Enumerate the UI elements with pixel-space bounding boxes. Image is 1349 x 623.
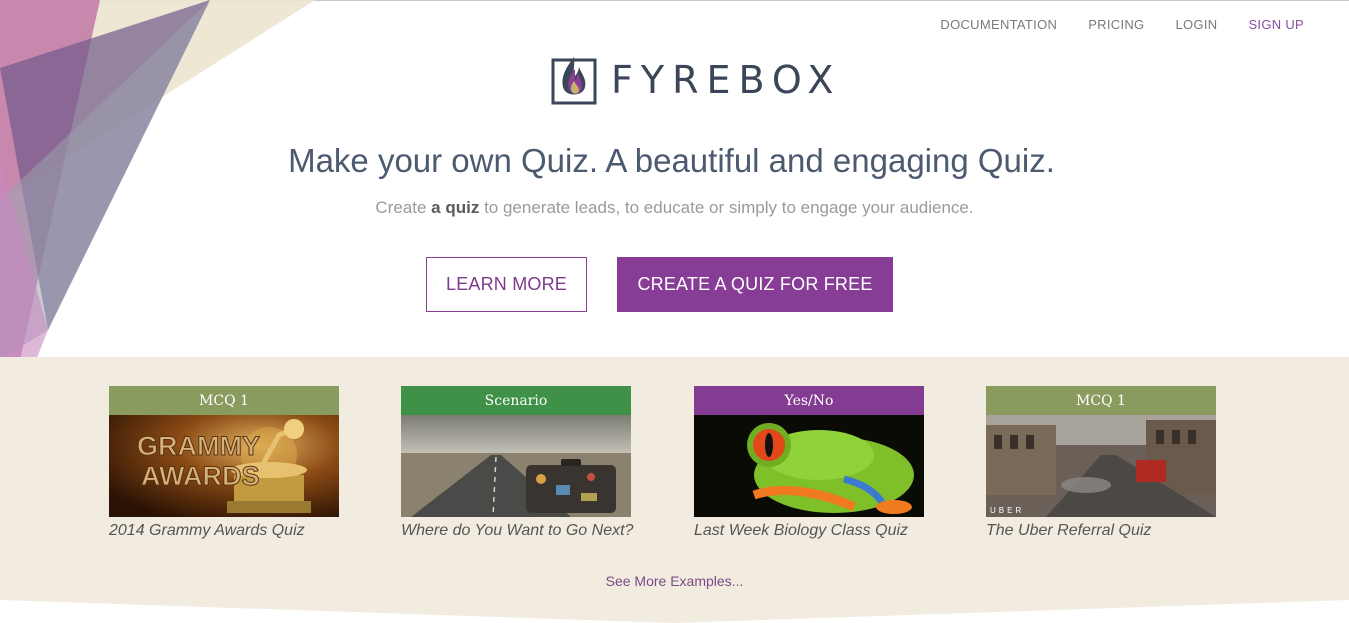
bottom-wave-divider bbox=[0, 600, 1349, 623]
subline-start: Create bbox=[375, 198, 427, 217]
subline-end: to generate leads, to educate or simply … bbox=[484, 198, 974, 217]
example-card-uber[interactable]: MCQ 1 UBER The Uber Referral Quiz bbox=[986, 386, 1216, 540]
create-quiz-button[interactable]: CREATE A QUIZ FOR FREE bbox=[617, 257, 893, 312]
city-street-image: UBER bbox=[986, 415, 1216, 517]
card-title[interactable]: Last Week Biology Class Quiz bbox=[694, 522, 924, 540]
example-card-grammy[interactable]: MCQ 1 GRAMMY AWARDS 2014 Grammy Awards Q… bbox=[109, 386, 339, 540]
top-nav: DOCUMENTATION PRICING LOGIN SIGN UP bbox=[940, 17, 1304, 32]
card-title[interactable]: 2014 Grammy Awards Quiz bbox=[109, 522, 339, 540]
learn-more-button[interactable]: LEARN MORE bbox=[426, 257, 587, 312]
see-more-examples-link[interactable]: See More Examples... bbox=[0, 573, 1349, 589]
card-tag: MCQ 1 bbox=[986, 386, 1216, 415]
brand-logo[interactable]: FYREBOX bbox=[551, 55, 841, 105]
grammy-logo-text: GRAMMY bbox=[137, 431, 260, 461]
nav-signup-link[interactable]: SIGN UP bbox=[1248, 17, 1304, 32]
card-tag: Yes/No bbox=[694, 386, 924, 415]
brand-wordmark: FYREBOX bbox=[611, 58, 842, 102]
card-title[interactable]: Where do You Want to Go Next? bbox=[401, 522, 633, 540]
hero-subheadline: Create a quiz to generate leads, to educ… bbox=[0, 198, 1349, 218]
subline-bold: a quiz bbox=[431, 198, 480, 217]
grammy-awards-image: GRAMMY AWARDS bbox=[109, 415, 339, 517]
nav-login-link[interactable]: LOGIN bbox=[1175, 17, 1217, 32]
hero-headline: Make your own Quiz. A beautiful and enga… bbox=[288, 142, 1055, 179]
tree-frog-image bbox=[694, 415, 924, 517]
card-title[interactable]: The Uber Referral Quiz bbox=[986, 522, 1216, 540]
card-tag: Scenario bbox=[401, 386, 631, 415]
awards-logo-text: AWARDS bbox=[141, 461, 260, 491]
nav-documentation-link[interactable]: DOCUMENTATION bbox=[940, 17, 1057, 32]
uber-watermark-text: UBER bbox=[990, 506, 1024, 515]
example-card-biology[interactable]: Yes/No Last Week Biology Class Quiz bbox=[694, 386, 924, 540]
example-card-travel[interactable]: Scenario Where do You Want to Go Next? bbox=[401, 386, 633, 540]
card-tag: MCQ 1 bbox=[109, 386, 339, 415]
road-suitcase-image bbox=[401, 415, 631, 517]
flame-icon bbox=[551, 57, 597, 105]
examples-section: MCQ 1 GRAMMY AWARDS 2014 Grammy Awards Q… bbox=[0, 357, 1349, 623]
nav-pricing-link[interactable]: PRICING bbox=[1088, 17, 1144, 32]
